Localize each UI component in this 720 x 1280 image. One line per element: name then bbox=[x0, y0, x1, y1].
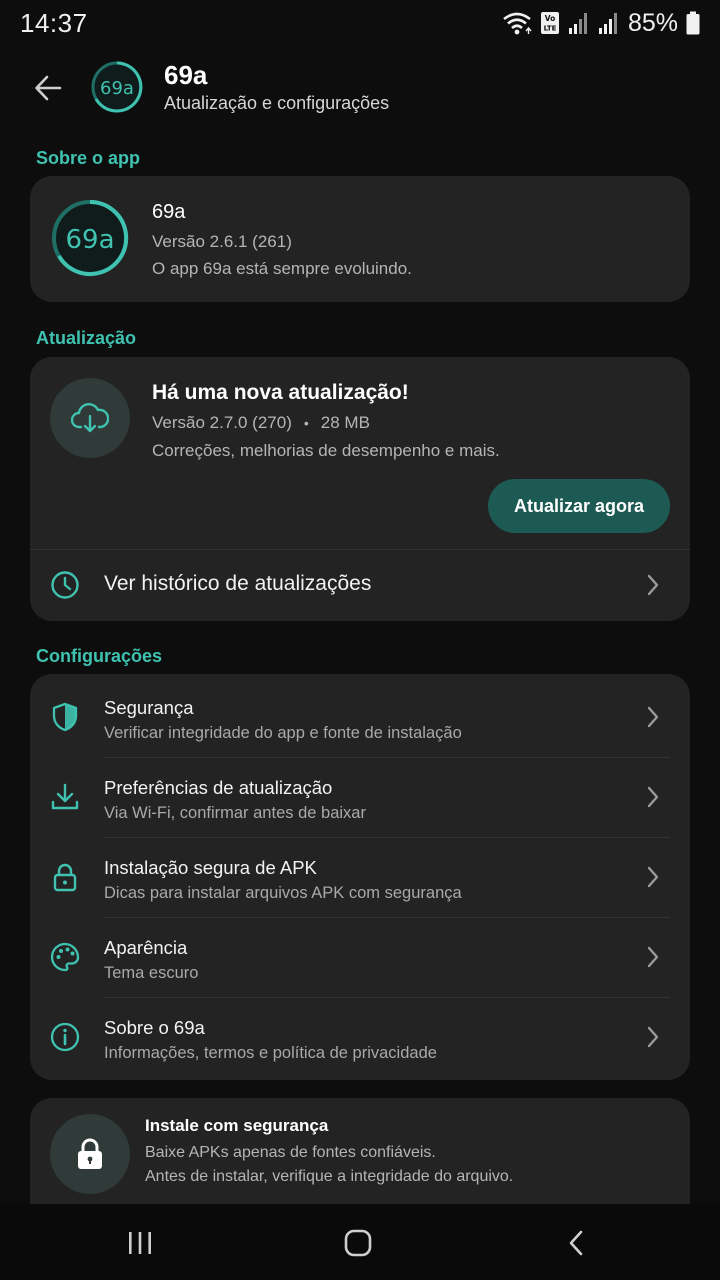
battery-percent: 85% bbox=[627, 8, 678, 37]
recents-button[interactable] bbox=[120, 1226, 160, 1260]
safe-install-text: Baixe APKs apenas de fontes confiáveis. bbox=[145, 1144, 436, 1161]
row-title: Sobre o 69a bbox=[104, 1017, 205, 1038]
update-size: 28 MB bbox=[320, 413, 370, 432]
row-title: Preferências de atualização bbox=[104, 777, 333, 798]
navigation-bar bbox=[0, 1204, 720, 1280]
chevron-right-icon bbox=[647, 706, 659, 728]
section-label-settings: Configurações bbox=[36, 646, 163, 666]
row-subtitle: Tema escuro bbox=[104, 964, 199, 982]
settings-card: Segurança Verificar integridade do app e… bbox=[30, 674, 690, 1080]
update-card: Há uma nova atualização! Versão 2.7.0 (2… bbox=[30, 357, 690, 621]
svg-text:Vo: Vo bbox=[545, 14, 556, 23]
cloud-download-icon bbox=[50, 378, 130, 458]
recents-icon bbox=[129, 1232, 151, 1254]
row-subtitle: Verificar integridade do app e fonte de … bbox=[104, 724, 462, 742]
app-description: O app 69a está sempre evoluindo. bbox=[152, 259, 412, 278]
lock-icon bbox=[50, 1114, 130, 1194]
row-subtitle: Via Wi-Fi, confirmar antes de baixar bbox=[104, 804, 366, 822]
update-version: Versão 2.7.0 (270) bbox=[152, 413, 292, 432]
app-version: Versão 2.6.1 (261) bbox=[152, 232, 292, 251]
safe-install-title: Instale com segurança bbox=[145, 1116, 329, 1135]
settings-item-security[interactable]: Segurança Verificar integridade do app e… bbox=[30, 677, 690, 757]
settings-item-update-preferences[interactable]: Preferências de atualização Via Wi-Fi, c… bbox=[30, 757, 690, 837]
row-subtitle: Dicas para instalar arquivos APK com seg… bbox=[104, 884, 462, 902]
chevron-right-icon bbox=[647, 786, 659, 808]
logo-text: 69a bbox=[100, 78, 134, 99]
download-icon bbox=[51, 783, 79, 810]
back-icon bbox=[569, 1230, 583, 1256]
home-icon bbox=[344, 1229, 372, 1257]
row-subtitle: Informações, termos e política de privac… bbox=[104, 1044, 437, 1062]
wifi-icon bbox=[502, 11, 532, 35]
shield-icon bbox=[52, 702, 78, 732]
section-label-update: Atualização bbox=[36, 328, 137, 348]
lock-icon bbox=[53, 863, 77, 892]
status-bar: 14:37 Vo LTE 85% bbox=[0, 0, 720, 46]
row-title: Segurança bbox=[104, 697, 194, 718]
info-icon bbox=[50, 1022, 80, 1052]
status-icons: Vo LTE 85% bbox=[502, 9, 700, 38]
settings-item-appearance[interactable]: Aparência Tema escuro bbox=[30, 917, 690, 997]
chevron-right-icon bbox=[647, 946, 659, 968]
home-button[interactable] bbox=[338, 1226, 378, 1260]
palette-icon bbox=[50, 942, 80, 972]
chevron-right-icon bbox=[647, 866, 659, 888]
history-label: Ver histórico de atualizações bbox=[104, 572, 372, 595]
chevron-right-icon bbox=[647, 1026, 659, 1048]
update-title: Há uma nova atualização! bbox=[152, 381, 409, 404]
logo-text: 69a bbox=[65, 225, 114, 255]
update-meta: Versão 2.7.0 (270) • 28 MB bbox=[152, 413, 370, 433]
app-name: 69a bbox=[152, 201, 186, 223]
svg-text:LTE: LTE bbox=[544, 25, 557, 33]
safe-install-text: Antes de instalar, verifique a integrida… bbox=[145, 1168, 514, 1185]
chevron-right-icon bbox=[647, 574, 659, 596]
section-label-about: Sobre o app bbox=[36, 148, 141, 168]
clock-icon bbox=[51, 571, 79, 599]
back-nav-button[interactable] bbox=[556, 1226, 596, 1260]
signal-icon bbox=[568, 11, 590, 35]
settings-item-secure-apk[interactable]: Instalação segura de APK Dicas para inst… bbox=[30, 837, 690, 917]
arrow-left-icon bbox=[35, 75, 62, 101]
update-history-row[interactable]: Ver histórico de atualizações bbox=[30, 550, 690, 620]
row-title: Instalação segura de APK bbox=[104, 857, 317, 878]
volte-icon: Vo LTE bbox=[540, 11, 560, 35]
update-now-button[interactable]: Atualizar agora bbox=[488, 479, 670, 533]
meta-separator: • bbox=[303, 415, 309, 431]
signal-icon bbox=[598, 11, 620, 35]
app-logo: 69a bbox=[50, 198, 130, 278]
page-subtitle: Atualização e configurações bbox=[164, 93, 390, 113]
app-header: 69a 69a Atualização e configurações bbox=[0, 56, 720, 120]
app-logo: 69a bbox=[90, 60, 144, 114]
update-description: Correções, melhorias de desempenho e mai… bbox=[152, 441, 500, 460]
settings-item-about[interactable]: Sobre o 69a Informações, termos e políti… bbox=[30, 997, 690, 1077]
battery-icon bbox=[686, 11, 700, 35]
status-time: 14:37 bbox=[20, 7, 88, 38]
back-button[interactable] bbox=[32, 70, 64, 106]
row-title: Aparência bbox=[104, 937, 188, 958]
page-title: 69a bbox=[164, 60, 208, 90]
about-card: 69a 69a Versão 2.6.1 (261) O app 69a est… bbox=[30, 176, 690, 302]
